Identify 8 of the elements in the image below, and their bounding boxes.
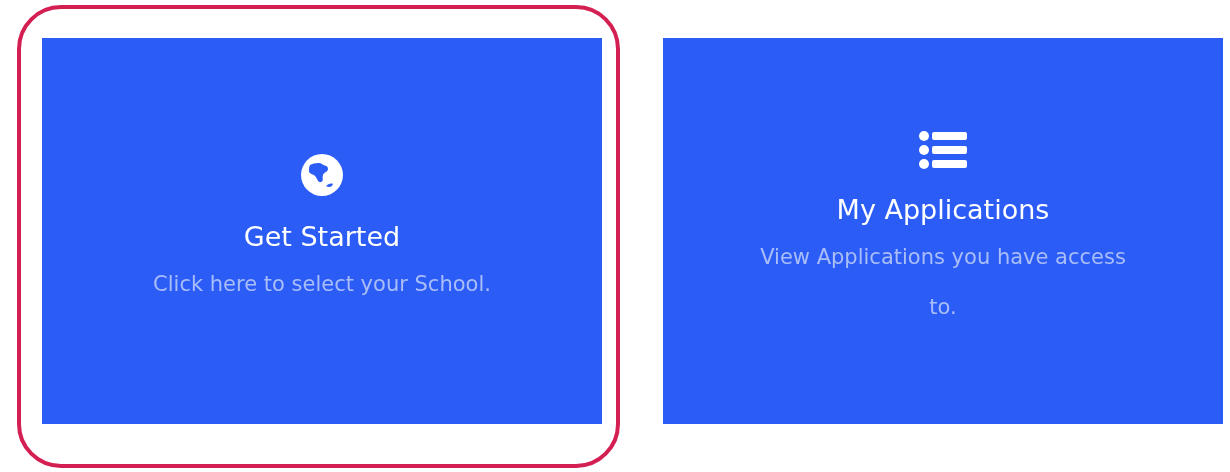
globe-icon [300, 153, 344, 197]
card-description: Click here to select your School. [153, 271, 491, 298]
card-title: Get Started [243, 220, 401, 254]
list-icon [919, 130, 967, 170]
card-title: My Applications [836, 193, 1050, 227]
card-description: View Applications you have access to. [759, 244, 1127, 321]
navigation-card[interactable]: Get Started Click here to select your School. [42, 38, 602, 424]
navigation-card[interactable]: My Applications View Applications you have access to. [663, 38, 1223, 424]
